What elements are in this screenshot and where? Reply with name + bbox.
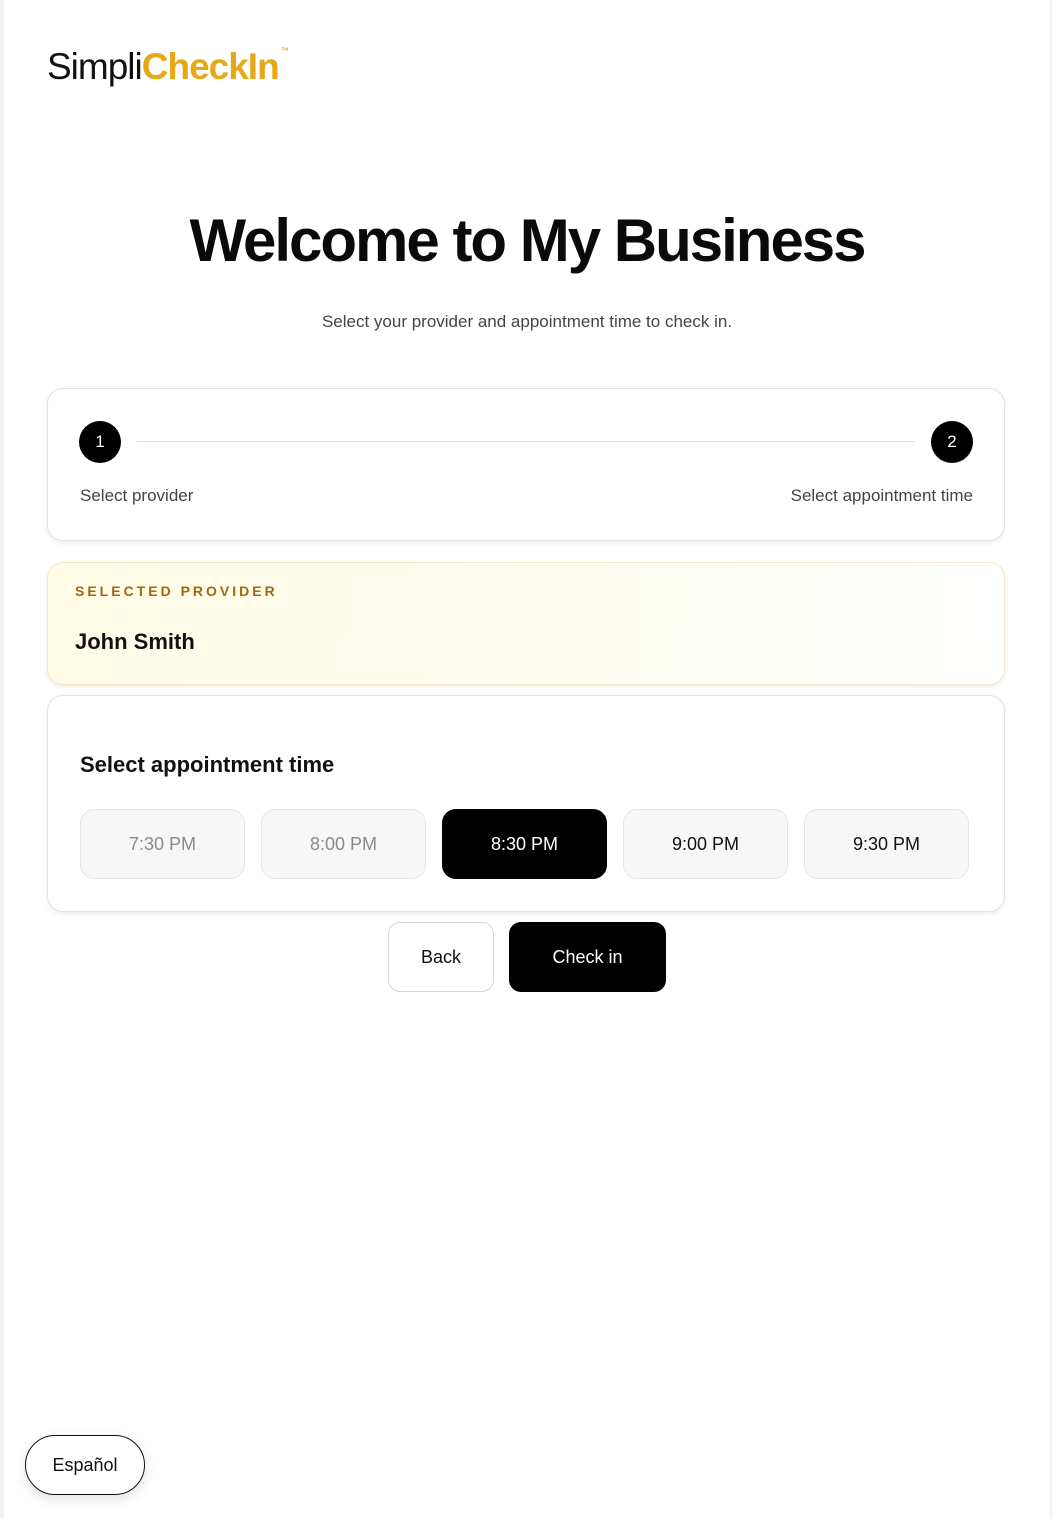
page-subtitle: Select your provider and appointment tim… bbox=[321, 312, 733, 331]
time-slot-900pm[interactable]: 9:00 PM bbox=[623, 809, 788, 879]
trademark-symbol: ™ bbox=[280, 46, 289, 55]
step-1-label: Select provider bbox=[80, 486, 194, 505]
logo-text-simpli: Simpli bbox=[47, 46, 143, 87]
check-in-button[interactable]: Check in bbox=[509, 922, 666, 992]
appointment-time-heading: Select appointment time bbox=[80, 752, 335, 777]
stepper-card: 1 2 Select provider Select appointment t… bbox=[47, 388, 1005, 541]
back-button[interactable]: Back bbox=[388, 922, 494, 992]
page: SimpliCheckIn ™ Welcome to My Business Se… bbox=[4, 0, 1050, 1518]
page-title: Welcome to My Business bbox=[189, 207, 866, 274]
selected-provider-card: SELECTED PROVIDER John Smith bbox=[47, 562, 1005, 685]
brand-logo: SimpliCheckIn ™ bbox=[47, 46, 289, 87]
time-slot-830pm[interactable]: 8:30 PM bbox=[442, 809, 607, 879]
language-toggle-button[interactable]: Español bbox=[25, 1435, 145, 1495]
time-slot-800pm[interactable]: 8:00 PM bbox=[261, 809, 426, 879]
selected-provider-caption: SELECTED PROVIDER bbox=[75, 583, 278, 599]
appointment-time-card: Select appointment time 7:30 PM 8:00 PM … bbox=[47, 695, 1005, 912]
time-slot-930pm[interactable]: 9:30 PM bbox=[804, 809, 969, 879]
selected-provider-name: John Smith bbox=[75, 629, 195, 654]
step-2-indicator: 2 bbox=[931, 421, 973, 463]
step-1-indicator: 1 bbox=[79, 421, 121, 463]
step-2-label: Select appointment time bbox=[790, 486, 973, 505]
time-slot-730pm[interactable]: 7:30 PM bbox=[80, 809, 245, 879]
stepper-connector-line bbox=[137, 441, 915, 442]
logo-text-checkin: CheckIn bbox=[141, 46, 280, 87]
time-slot-list: 7:30 PM 8:00 PM 8:30 PM 9:00 PM 9:30 PM bbox=[80, 809, 969, 879]
